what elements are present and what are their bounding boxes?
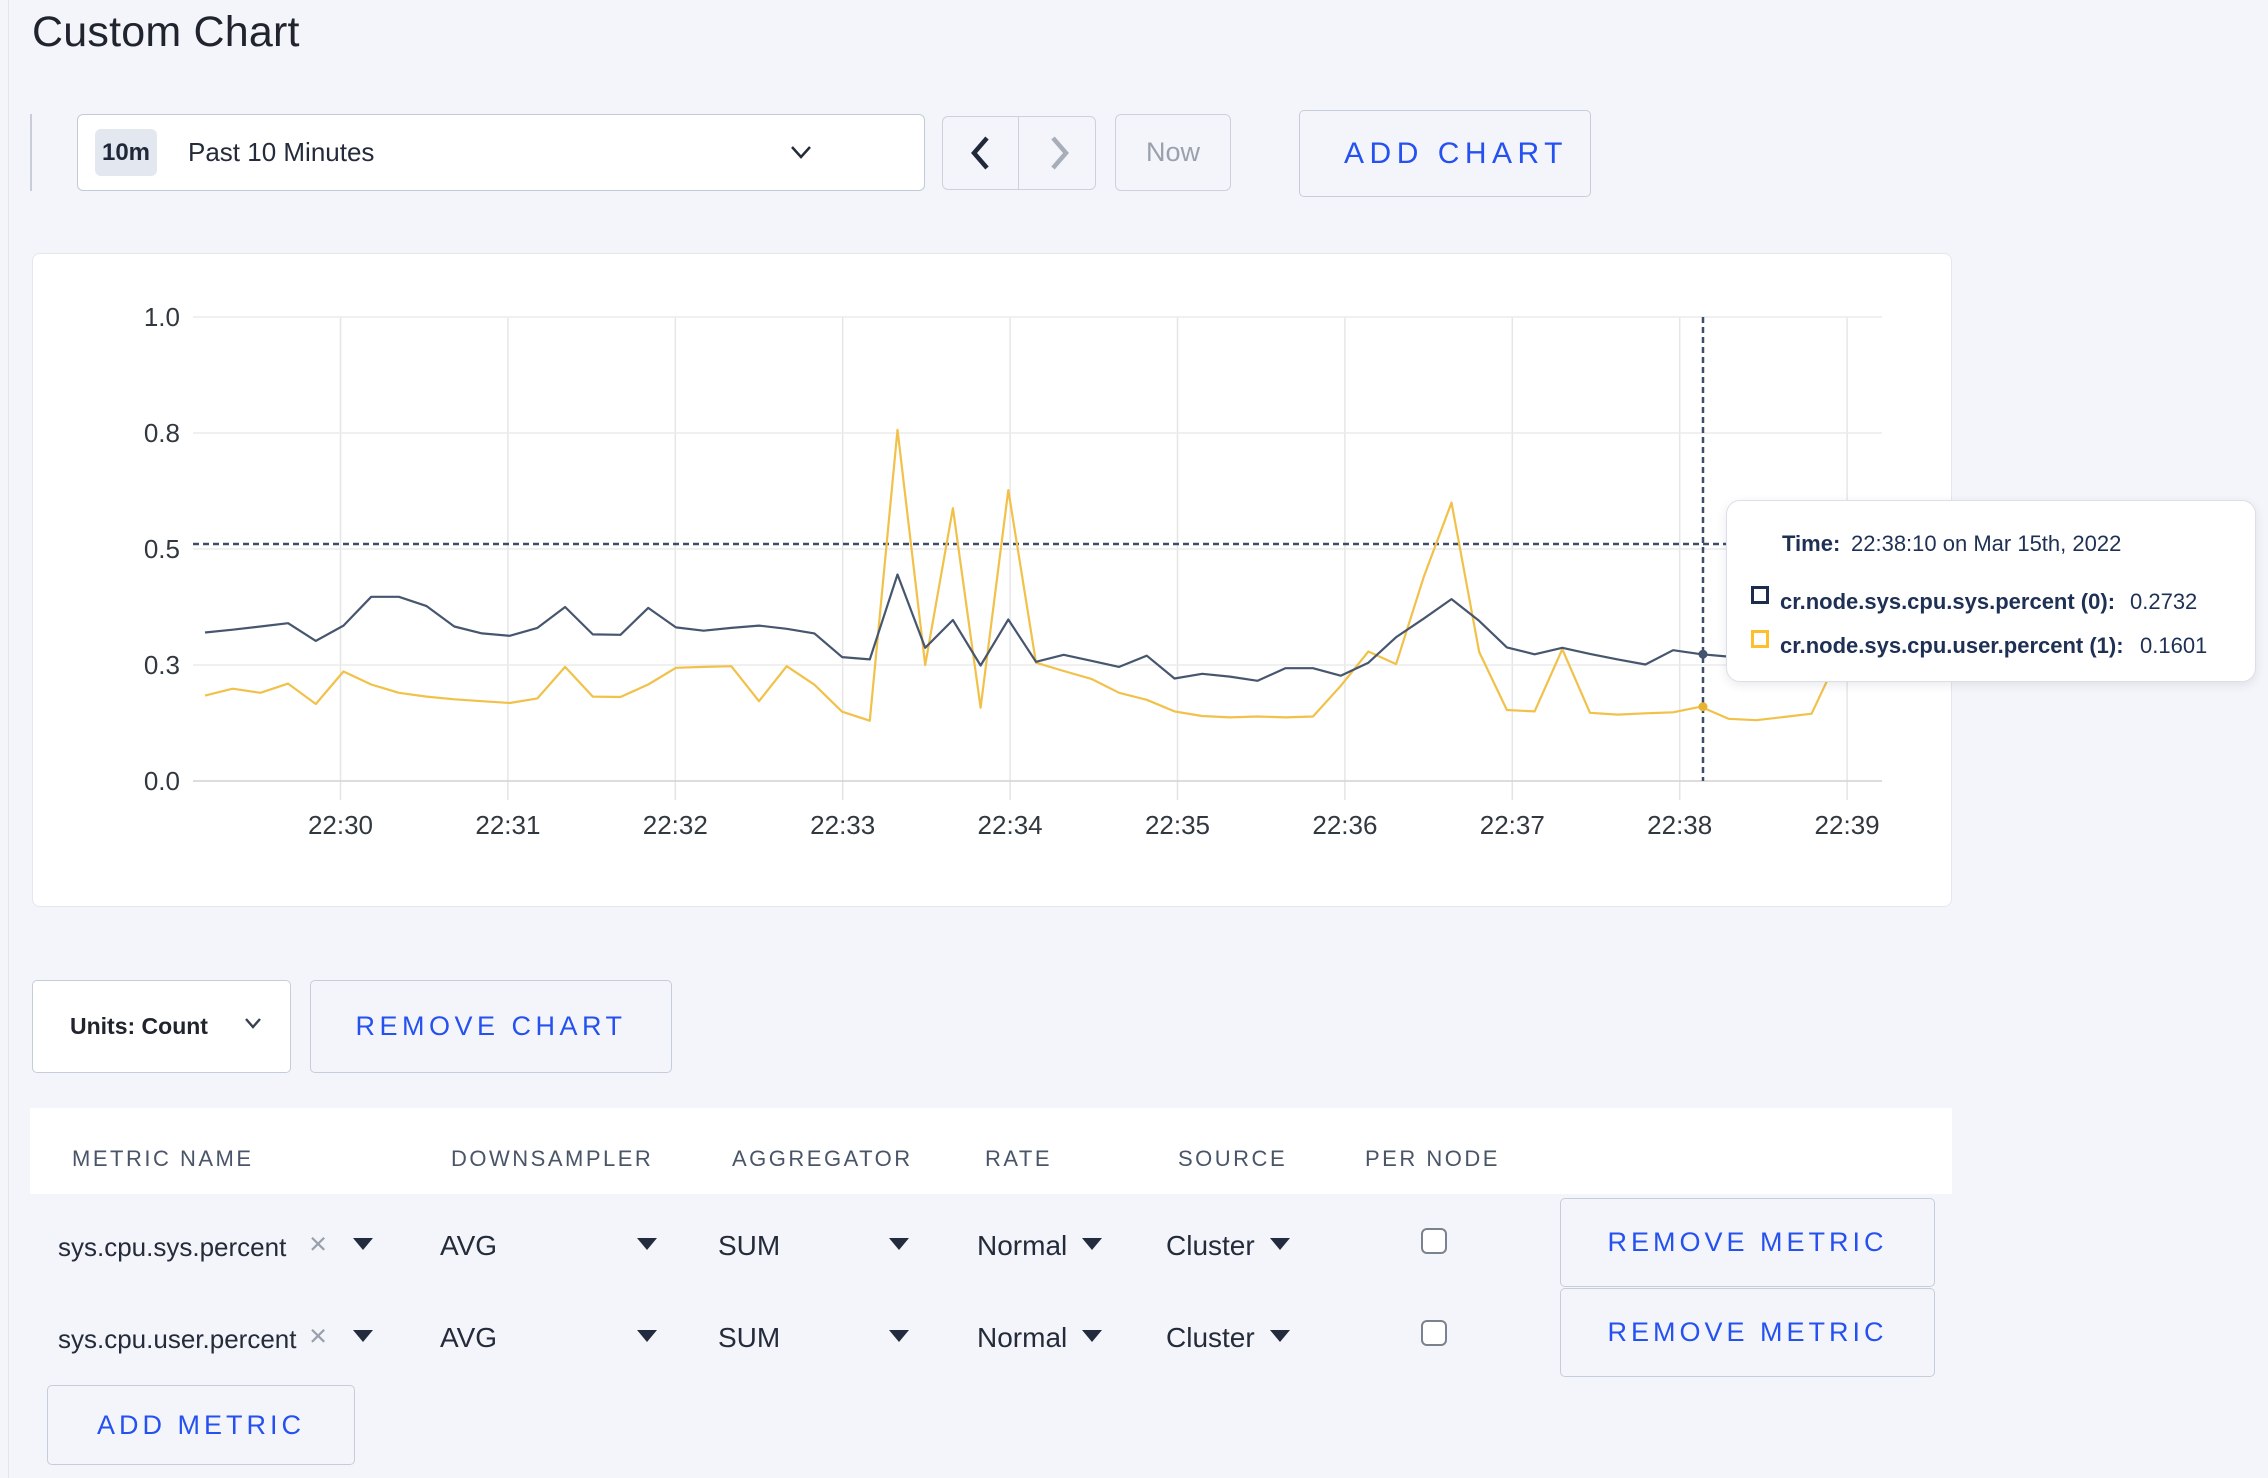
svg-text:22:33: 22:33 bbox=[810, 810, 875, 840]
svg-text:0.8: 0.8 bbox=[144, 418, 180, 448]
svg-text:22:34: 22:34 bbox=[978, 810, 1043, 840]
svg-text:22:30: 22:30 bbox=[308, 810, 373, 840]
svg-text:22:32: 22:32 bbox=[643, 810, 708, 840]
svg-text:0.3: 0.3 bbox=[144, 650, 180, 680]
svg-text:0.0: 0.0 bbox=[144, 766, 180, 796]
svg-text:0.5: 0.5 bbox=[144, 534, 180, 564]
svg-text:1.0: 1.0 bbox=[144, 302, 180, 332]
svg-text:22:35: 22:35 bbox=[1145, 810, 1210, 840]
svg-text:22:36: 22:36 bbox=[1312, 810, 1377, 840]
svg-text:22:39: 22:39 bbox=[1815, 810, 1880, 840]
svg-text:22:37: 22:37 bbox=[1480, 810, 1545, 840]
svg-text:22:31: 22:31 bbox=[475, 810, 540, 840]
svg-text:22:38: 22:38 bbox=[1647, 810, 1712, 840]
